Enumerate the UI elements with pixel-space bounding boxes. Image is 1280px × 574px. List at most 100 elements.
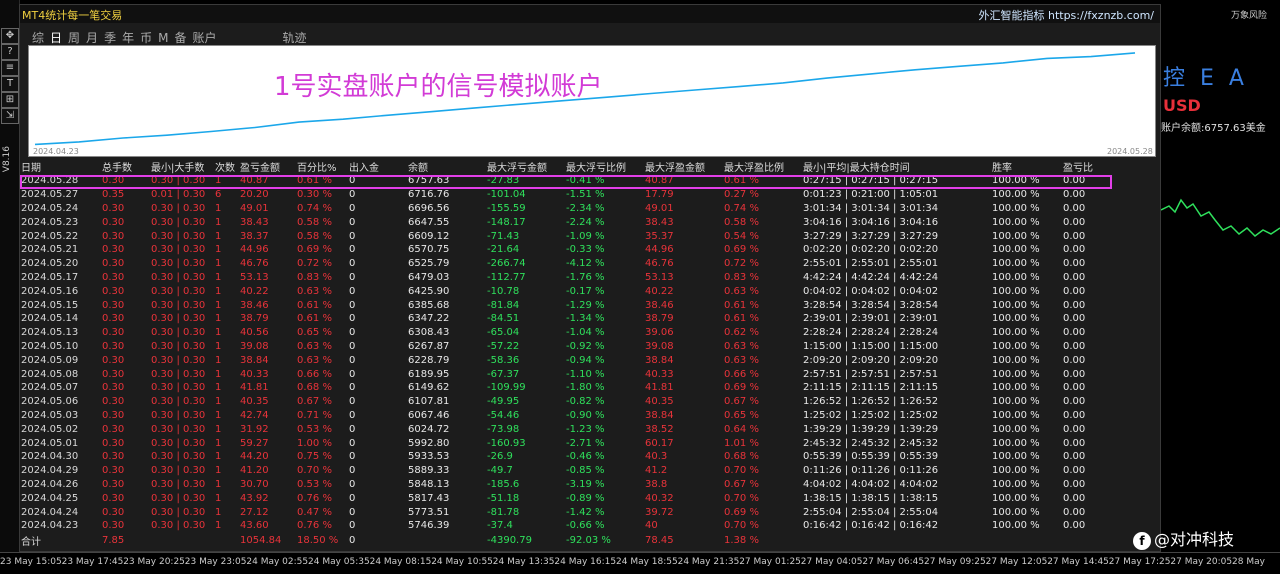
tab-5[interactable]: 年 [122,29,134,46]
table-cell: 1.00 % [297,437,332,449]
table-row[interactable]: 2024.05.16 0.30 0.30 | 0.30 1 40.22 0.63 % 0 64… [20,284,1093,298]
table-row[interactable]: 2024.04.24 0.30 0.30 | 0.30 1 27.12 0.47 % 0 57… [20,505,1093,519]
tab-9[interactable]: 账户 [192,29,216,46]
table-row[interactable]: 2024.05.06 0.30 0.30 | 0.30 1 40.35 0.67 % 0 61… [20,395,1093,409]
table-cell: 100.00 % [992,271,1040,283]
table-row[interactable]: 2024.05.08 0.30 0.30 | 0.30 1 40.33 0.66 % 0 61… [20,367,1093,381]
table-row[interactable]: 2024.04.26 0.30 0.30 | 0.30 1 30.70 0.53 % 0 58… [20,478,1093,492]
table-row[interactable]: 2024.05.22 0.30 0.30 | 0.30 1 38.37 0.58 % 0 66… [20,229,1093,243]
table-row[interactable]: 2024.05.14 0.30 0.30 | 0.30 1 38.79 0.61 % 0 63… [20,312,1093,326]
table-cell: 1 [215,520,222,532]
table-row[interactable]: 2024.05.20 0.30 0.30 | 0.30 1 46.76 0.72 % 0 65… [20,257,1093,271]
tab-8[interactable]: 备 [174,29,186,46]
table-row[interactable]: 2024.04.29 0.30 0.30 | 0.30 1 41.20 0.70 % 0 58… [20,464,1093,478]
column-header[interactable]: 总手数 [101,159,150,174]
table-row[interactable]: 2024.05.17 0.30 0.30 | 0.30 1 53.13 0.83 % 0 64… [20,271,1093,285]
table-cell: 0.67 % [724,478,759,490]
table-row[interactable]: 2024.05.03 0.30 0.30 | 0.30 1 42.74 0.71 % 0 60… [20,409,1093,423]
table-cell: 0.30 | 0.30 [151,271,206,283]
column-header[interactable]: 出入金 [348,159,407,174]
arrow-button[interactable]: ⇲ [1,108,19,124]
totals-cell: 78.45 [645,534,674,546]
column-header[interactable]: 最小|大手数 [150,159,214,174]
table-cell: 0 [349,271,356,283]
table-cell: 0.30 | 0.30 [151,216,206,228]
text-button[interactable]: T [1,76,19,92]
table-cell: 100.00 % [992,313,1040,325]
help-button[interactable]: ? [1,44,19,60]
table-cell: 2024.05.28 [21,175,79,187]
column-header[interactable]: 最小|平均|最大持仓时间 [802,159,991,174]
brand-link[interactable]: 外汇智能指标 https://fxznzb.com/ [978,7,1154,23]
table-cell: 6067.46 [408,409,450,421]
table-cell: 0.00 [1063,327,1086,339]
table-cell: 0.63 % [297,285,332,297]
table-cell: 6189.95 [408,368,450,380]
table-cell: 2:11:15 | 2:11:15 | 2:11:15 [803,382,939,394]
table-row[interactable]: 2024.05.28 0.30 0.30 | 0.30 1 40.87 0.61 % 0 67… [20,174,1093,188]
table-cell: 43.92 [240,492,269,504]
tab-6[interactable]: 币 [140,29,152,46]
right-chart-area: 万象风险 控 E A USD 账户余额:6757.63美金 [1161,0,1280,552]
table-row[interactable]: 2024.05.02 0.30 0.30 | 0.30 1 31.92 0.53 % 0 60… [20,422,1093,436]
grid-button[interactable]: ⊞ [1,92,19,108]
column-header[interactable]: 次数 [214,159,239,174]
column-header[interactable]: 百分比% [296,159,348,174]
tab-4[interactable]: 季 [104,29,116,46]
tab-0[interactable]: 综 [32,29,44,46]
column-header[interactable]: 胜率 [991,159,1062,174]
table-row[interactable]: 2024.05.07 0.30 0.30 | 0.30 1 41.81 0.68 % 0 61… [20,381,1093,395]
column-header[interactable]: 余额 [407,159,486,174]
table-cell: -155.59 [487,202,526,214]
table-cell: 20.20 [240,189,269,201]
table-cell: 0.30 | 0.30 [151,313,206,325]
column-header[interactable]: 最大浮亏金额 [486,159,565,174]
tab-1[interactable]: 日 [50,29,62,46]
table-row[interactable]: 2024.05.15 0.30 0.30 | 0.30 1 38.46 0.61 % 0 63… [20,298,1093,312]
table-cell: -0.46 % [566,451,605,463]
table-row[interactable]: 2024.05.01 0.30 0.30 | 0.30 1 59.27 1.00 % 0 59… [20,436,1093,450]
table-cell: 2024.04.30 [21,451,79,463]
column-header[interactable]: 盈亏金额 [239,159,296,174]
table-cell: 0 [349,175,356,187]
table-cell: 0.67 % [297,396,332,408]
column-header[interactable]: 日期 [20,159,101,174]
table-row[interactable]: 2024.05.21 0.30 0.30 | 0.30 1 44.96 0.69 % 0 65… [20,243,1093,257]
tab-2[interactable]: 周 [68,29,80,46]
table-cell: -27.83 [487,175,520,187]
table-cell: 0.58 % [297,216,332,228]
column-header[interactable]: 最大浮盈金额 [644,159,723,174]
crosshair-button[interactable]: ✥ [1,28,19,44]
table-cell: 0 [349,285,356,297]
tab-3[interactable]: 月 [86,29,98,46]
table-cell: 6107.81 [408,396,450,408]
table-cell: 0.00 [1063,230,1086,242]
table-cell: 31.92 [240,423,269,435]
table-cell: 2024.05.17 [21,271,79,283]
table-cell: 0.30 | 0.30 [151,451,206,463]
tab-7[interactable]: M [158,31,168,45]
table-row[interactable]: 2024.04.23 0.30 0.30 | 0.30 1 43.60 0.76 % 0 57… [20,519,1093,533]
table-cell: 6149.62 [408,382,450,394]
column-header[interactable]: 最大浮亏比例 [565,159,644,174]
panel-titlebar: MT4统计每一笔交易 外汇智能指标 https://fxznzb.com/ [20,5,1160,23]
table-cell: 0.30 | 0.30 [151,299,206,311]
table-cell: 0.30 [102,258,125,270]
table-row[interactable]: 2024.04.30 0.30 0.30 | 0.30 1 44.20 0.75 % 0 59… [20,450,1093,464]
table-cell: 100.00 % [992,492,1040,504]
column-header[interactable]: 盈亏比 [1062,159,1093,174]
column-header[interactable]: 最大浮盈比例 [723,159,802,174]
table-row[interactable]: 2024.05.13 0.30 0.30 | 0.30 1 40.56 0.65 % 0 63… [20,326,1093,340]
table-row[interactable]: 2024.05.27 0.35 0.01 | 0.30 6 20.20 0.30 % 0 67… [20,188,1093,202]
tab-10[interactable]: 轨迹 [283,29,307,46]
watermark-text: @对冲科技 [1154,530,1235,549]
table-row[interactable]: 2024.05.10 0.30 0.30 | 0.30 1 39.08 0.63 % 0 62… [20,340,1093,354]
table-row[interactable]: 2024.04.25 0.30 0.30 | 0.30 1 43.92 0.76 % 0 58… [20,491,1093,505]
lines-button[interactable]: ≡ [1,60,19,76]
table-row[interactable]: 2024.05.23 0.30 0.30 | 0.30 1 38.43 0.58 % 0 66… [20,215,1093,229]
table-row[interactable]: 2024.05.09 0.30 0.30 | 0.30 1 38.84 0.63 % 0 62… [20,353,1093,367]
totals-cell [214,533,239,548]
table-cell: -1.76 % [566,271,605,283]
table-row[interactable]: 2024.05.24 0.30 0.30 | 0.30 1 49.01 0.74 % 0 66… [20,202,1093,216]
table-header-row: 日期 总手数 最小|大手数 次数 盈亏金额 百分比% 出入金 余额 最大浮亏金额 最大浮亏比例 最大… [20,159,1093,174]
